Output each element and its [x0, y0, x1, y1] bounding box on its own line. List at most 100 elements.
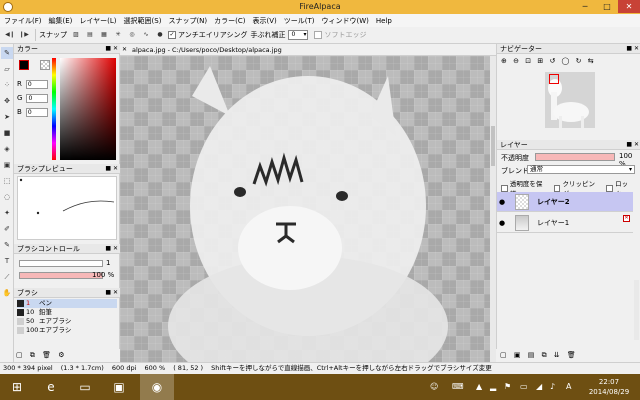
panel-close-icon[interactable]: ■ ✕ — [626, 44, 639, 54]
wifi-icon[interactable]: ◢ — [536, 374, 542, 400]
delete-layer-icon[interactable]: 🗑 — [567, 351, 576, 359]
snap-grid-icon[interactable]: ▦ — [98, 29, 110, 41]
snap-off-icon[interactable]: ▨ — [70, 29, 82, 41]
delete-brush-icon[interactable]: 🗑 — [42, 351, 51, 359]
brush-item-pen[interactable]: 1 ペン — [17, 299, 117, 308]
firealpaca-taskbar-icon[interactable]: ◉ — [140, 374, 174, 400]
menu-edit[interactable]: 編集(E) — [49, 16, 73, 26]
clock[interactable]: 22:07 2014/08/29 — [580, 377, 638, 397]
foreground-color-swatch[interactable] — [19, 60, 29, 70]
visibility-eye-icon[interactable]: ● — [499, 219, 505, 227]
merge-layer-icon[interactable]: ⇊ — [554, 351, 560, 359]
start-windows-icon[interactable]: ⊞ — [0, 374, 34, 400]
canvas-tab[interactable]: ✕ alpaca.jpg - C:/Users/poco/Desktop/alp… — [120, 44, 496, 56]
stabilizer-select[interactable]: 0 — [288, 30, 309, 40]
snap-circle-icon[interactable]: ◎ — [126, 29, 138, 41]
navigator-view-frame[interactable] — [549, 74, 559, 84]
photos-app-icon[interactable]: ▣ — [102, 374, 136, 400]
fill-tool-icon[interactable]: ■ — [1, 127, 13, 139]
brush-opacity-slider[interactable] — [19, 272, 103, 279]
brush-settings-icon[interactable]: ⚙ — [58, 351, 64, 359]
keyboard-icon[interactable]: ⌨ — [452, 374, 464, 400]
network-icon[interactable]: ▂ — [490, 374, 496, 400]
file-explorer-icon[interactable]: ▭ — [68, 374, 102, 400]
monitor-icon[interactable]: ▭ — [520, 374, 528, 400]
brush-item-pencil[interactable]: 10 鉛筆 — [17, 308, 117, 317]
minimize-button[interactable]: ─ — [574, 0, 596, 13]
maximize-button[interactable]: □ — [596, 0, 618, 13]
internet-explorer-icon[interactable]: e — [34, 374, 68, 400]
tray-user-icon[interactable]: ☺ — [430, 374, 438, 400]
brush-tool-icon[interactable]: ✎ — [1, 47, 13, 59]
tray-up-arrow-icon[interactable]: ▲ — [476, 374, 482, 400]
menu-color[interactable]: カラー(C) — [214, 16, 245, 26]
panel-close-icon[interactable]: ■ ✕ — [105, 164, 118, 174]
dot-tool-icon[interactable]: ⁘ — [1, 79, 13, 91]
zoom-in-icon[interactable]: ⊕ — [501, 57, 507, 65]
g-input[interactable]: 0 — [26, 94, 49, 103]
select-eraser-icon[interactable]: ✎ — [1, 239, 13, 251]
navigator-thumbnail[interactable] — [545, 72, 595, 128]
snap-parallel-icon[interactable]: ▤ — [84, 29, 96, 41]
r-input[interactable]: 0 — [25, 80, 48, 89]
layer-row-1[interactable]: ● レイヤー1 ✕ — [497, 213, 633, 233]
snap-curve-icon[interactable]: ∿ — [140, 29, 152, 41]
flag-icon[interactable]: ⚑ — [504, 374, 511, 400]
layer-row-2[interactable]: ● レイヤー2 — [497, 192, 633, 212]
layer-opacity-slider[interactable] — [535, 153, 615, 161]
hand-tool-icon[interactable]: ✋ — [1, 287, 13, 299]
visibility-eye-icon[interactable]: ● — [499, 198, 505, 206]
new-layer-icon[interactable]: ▢ — [500, 351, 507, 359]
clipping-checkbox[interactable] — [553, 184, 561, 192]
next-icon[interactable]: ❙▶ — [18, 29, 30, 41]
zoom-out-icon[interactable]: ⊖ — [513, 57, 519, 65]
menu-snap[interactable]: スナップ(N) — [168, 16, 207, 26]
antialias-checkbox[interactable]: ✓ — [168, 31, 176, 39]
volume-icon[interactable]: ♪ — [550, 374, 555, 400]
panel-close-icon[interactable]: ■ ✕ — [105, 244, 118, 254]
lock-checkbox[interactable] — [606, 184, 614, 192]
menu-file[interactable]: ファイル(F) — [4, 16, 42, 26]
brush-size-slider[interactable] — [19, 260, 103, 267]
menu-view[interactable]: 表示(V) — [253, 16, 277, 26]
rotate-reset-icon[interactable]: ◯ — [562, 57, 570, 65]
select-pen-icon[interactable]: ✐ — [1, 223, 13, 235]
menu-help[interactable]: Help — [376, 17, 392, 25]
blend-mode-select[interactable]: 通常 — [527, 165, 635, 174]
rect-select-icon[interactable]: ⬚ — [1, 175, 13, 187]
zoom-actual-icon[interactable]: ⊞ — [537, 57, 543, 65]
rotate-left-icon[interactable]: ↺ — [549, 57, 555, 65]
tab-close-icon[interactable]: ✕ — [122, 44, 127, 56]
bucket-tool-icon[interactable]: ◈ — [1, 143, 13, 155]
scrollbar-thumb[interactable] — [491, 126, 495, 166]
brush-item-airbrush-50[interactable]: 50 エアブラシ — [17, 317, 117, 326]
magic-wand-icon[interactable]: ✦ — [1, 207, 13, 219]
flip-icon[interactable]: ⇆ — [588, 57, 594, 65]
snap-settings-icon[interactable]: ● — [154, 29, 166, 41]
move-tool-icon[interactable]: ✥ — [1, 95, 13, 107]
duplicate-layer-icon[interactable]: ⧉ — [542, 351, 547, 359]
soft-edge-checkbox[interactable] — [314, 31, 323, 39]
new-brush-icon[interactable]: ▢ — [16, 351, 23, 359]
hue-slider[interactable] — [52, 58, 56, 160]
menu-layer[interactable]: レイヤー(L) — [79, 16, 116, 26]
transparent-color-swatch[interactable] — [40, 60, 50, 70]
menu-select[interactable]: 選択範囲(S) — [124, 16, 162, 26]
panel-close-icon[interactable]: ■ ✕ — [105, 44, 118, 54]
brush-item-airbrush-100[interactable]: 100 エアブラシ — [17, 326, 117, 335]
gradient-tool-icon[interactable]: ▣ — [1, 159, 13, 171]
color-picker-area[interactable] — [60, 58, 116, 160]
eraser-tool-icon[interactable]: ▱ — [1, 63, 13, 75]
close-button[interactable]: ✕ — [618, 0, 640, 13]
panel-close-icon[interactable]: ■ ✕ — [626, 140, 639, 150]
new-8bit-layer-icon[interactable]: ▣ — [514, 351, 521, 359]
menu-tool[interactable]: ツール(T) — [284, 16, 315, 26]
lasso-icon[interactable]: ◌ — [1, 191, 13, 203]
layer-scrollbar[interactable] — [634, 280, 639, 340]
b-input[interactable]: 0 — [25, 108, 48, 117]
new-folder-icon[interactable]: ▤ — [528, 351, 535, 359]
prev-icon[interactable]: ◀❙ — [4, 29, 16, 41]
menu-window[interactable]: ウィンドウ(W) — [322, 16, 369, 26]
text-tool-icon[interactable]: T — [1, 255, 13, 267]
snap-radial-icon[interactable]: ✳ — [112, 29, 124, 41]
